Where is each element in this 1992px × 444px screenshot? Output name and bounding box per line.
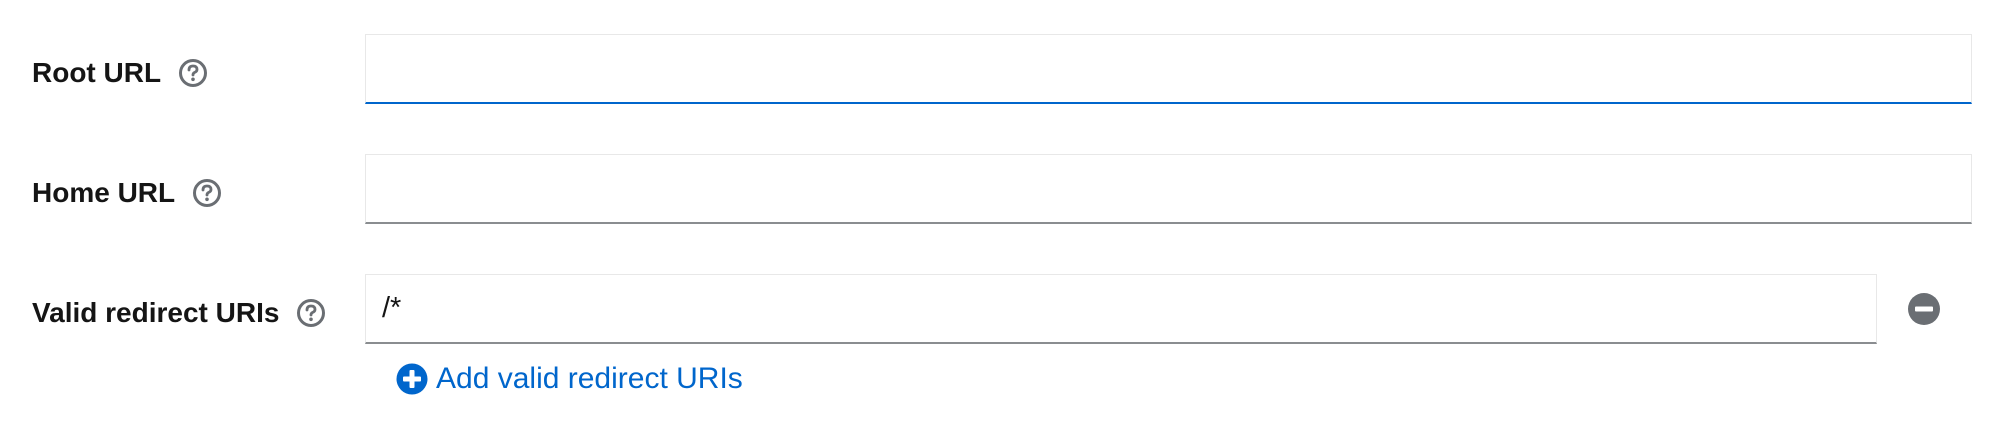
home-url-label-text: Home URL bbox=[32, 177, 176, 208]
question-circle-icon[interactable] bbox=[177, 57, 209, 89]
question-circle-icon[interactable] bbox=[295, 297, 327, 329]
client-access-settings-form: Root URL Home URL Valid redirect URIs /*… bbox=[0, 0, 1992, 444]
valid-redirect-uri-input[interactable] bbox=[365, 274, 1877, 344]
root-url-input[interactable] bbox=[365, 34, 1972, 104]
root-url-label: Root URL bbox=[32, 57, 209, 89]
home-url-label: Home URL bbox=[32, 177, 223, 209]
question-circle-icon[interactable] bbox=[191, 177, 223, 209]
root-url-label-text: Root URL bbox=[32, 57, 162, 88]
remove-redirect-uri-button[interactable] bbox=[1907, 292, 1941, 326]
add-valid-redirect-uris-label: Add valid redirect URIs bbox=[436, 362, 743, 395]
home-url-input[interactable] bbox=[365, 154, 1972, 224]
add-valid-redirect-uris-button[interactable]: Add valid redirect URIs bbox=[396, 363, 743, 395]
valid-redirect-uris-label-text: Valid redirect URIs bbox=[32, 297, 280, 328]
minus-circle-icon bbox=[1908, 293, 1940, 325]
valid-redirect-uris-label: Valid redirect URIs bbox=[32, 297, 327, 329]
plus-circle-icon bbox=[396, 363, 428, 395]
